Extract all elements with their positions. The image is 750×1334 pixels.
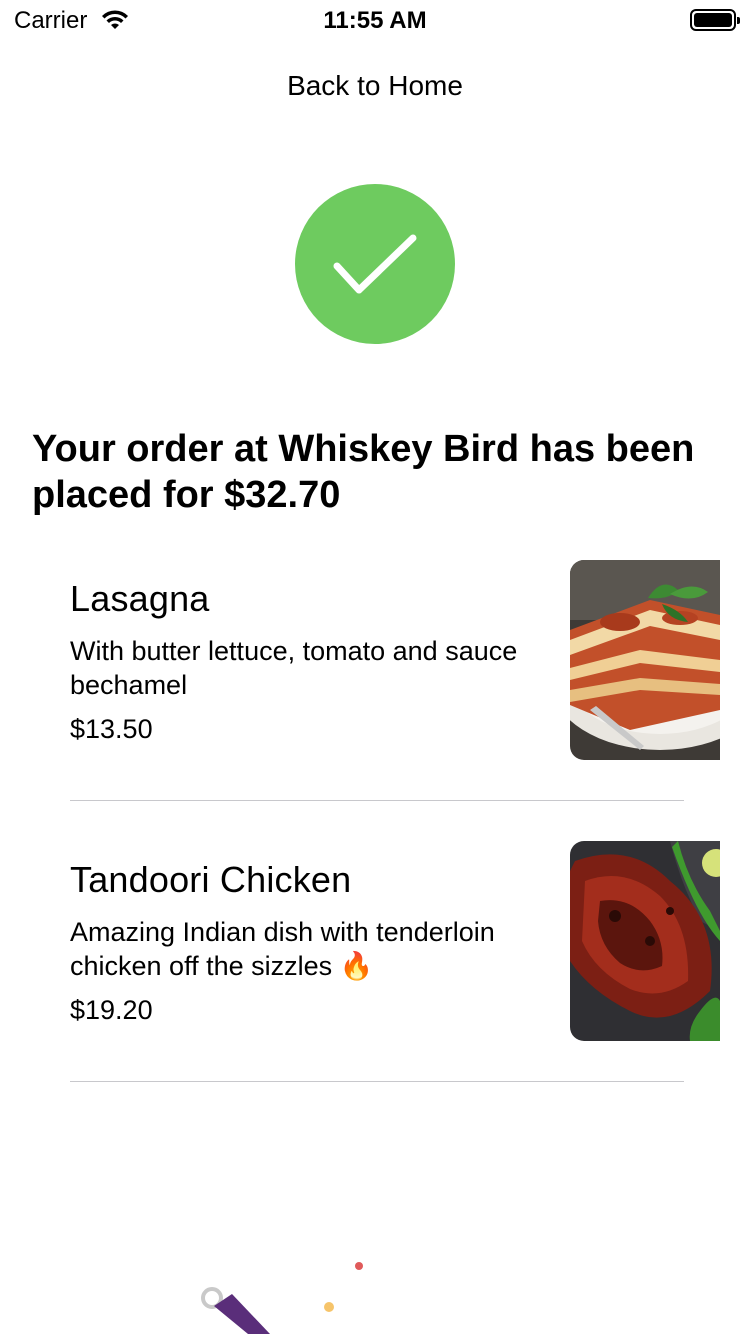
checkmark-icon (295, 184, 455, 344)
order-confirmation-headline: Your order at Whiskey Bird has been plac… (32, 428, 695, 516)
item-description: Amazing Indian dish with tenderloin chic… (70, 917, 495, 981)
item-name: Tandoori Chicken (70, 859, 352, 900)
clock: 11:55 AM (323, 7, 427, 34)
divider (70, 800, 684, 801)
item-description: With butter lettuce, tomato and sauce be… (70, 636, 518, 700)
order-confirmation-screen: Carrier 11:55 AM Back to Home Your order… (0, 0, 750, 1334)
divider (70, 1081, 684, 1082)
item-price: $19.20 (70, 995, 153, 1025)
order-item[interactable]: Tandoori Chicken Amazing Indian dish wit… (70, 841, 750, 1122)
tandoori-chicken-photo (570, 841, 720, 1041)
order-items-list: Lasagna With butter lettuce, tomato and … (70, 560, 750, 1122)
status-bar: Carrier 11:55 AM (0, 0, 750, 40)
item-price: $13.50 (70, 714, 153, 744)
back-to-home-button[interactable]: Back to Home (0, 70, 750, 102)
lasagna-photo (570, 560, 720, 760)
order-item[interactable]: Lasagna With butter lettuce, tomato and … (70, 560, 750, 841)
battery-icon (690, 9, 740, 31)
item-name: Lasagna (70, 578, 210, 619)
confetti-decoration (201, 1262, 363, 1334)
